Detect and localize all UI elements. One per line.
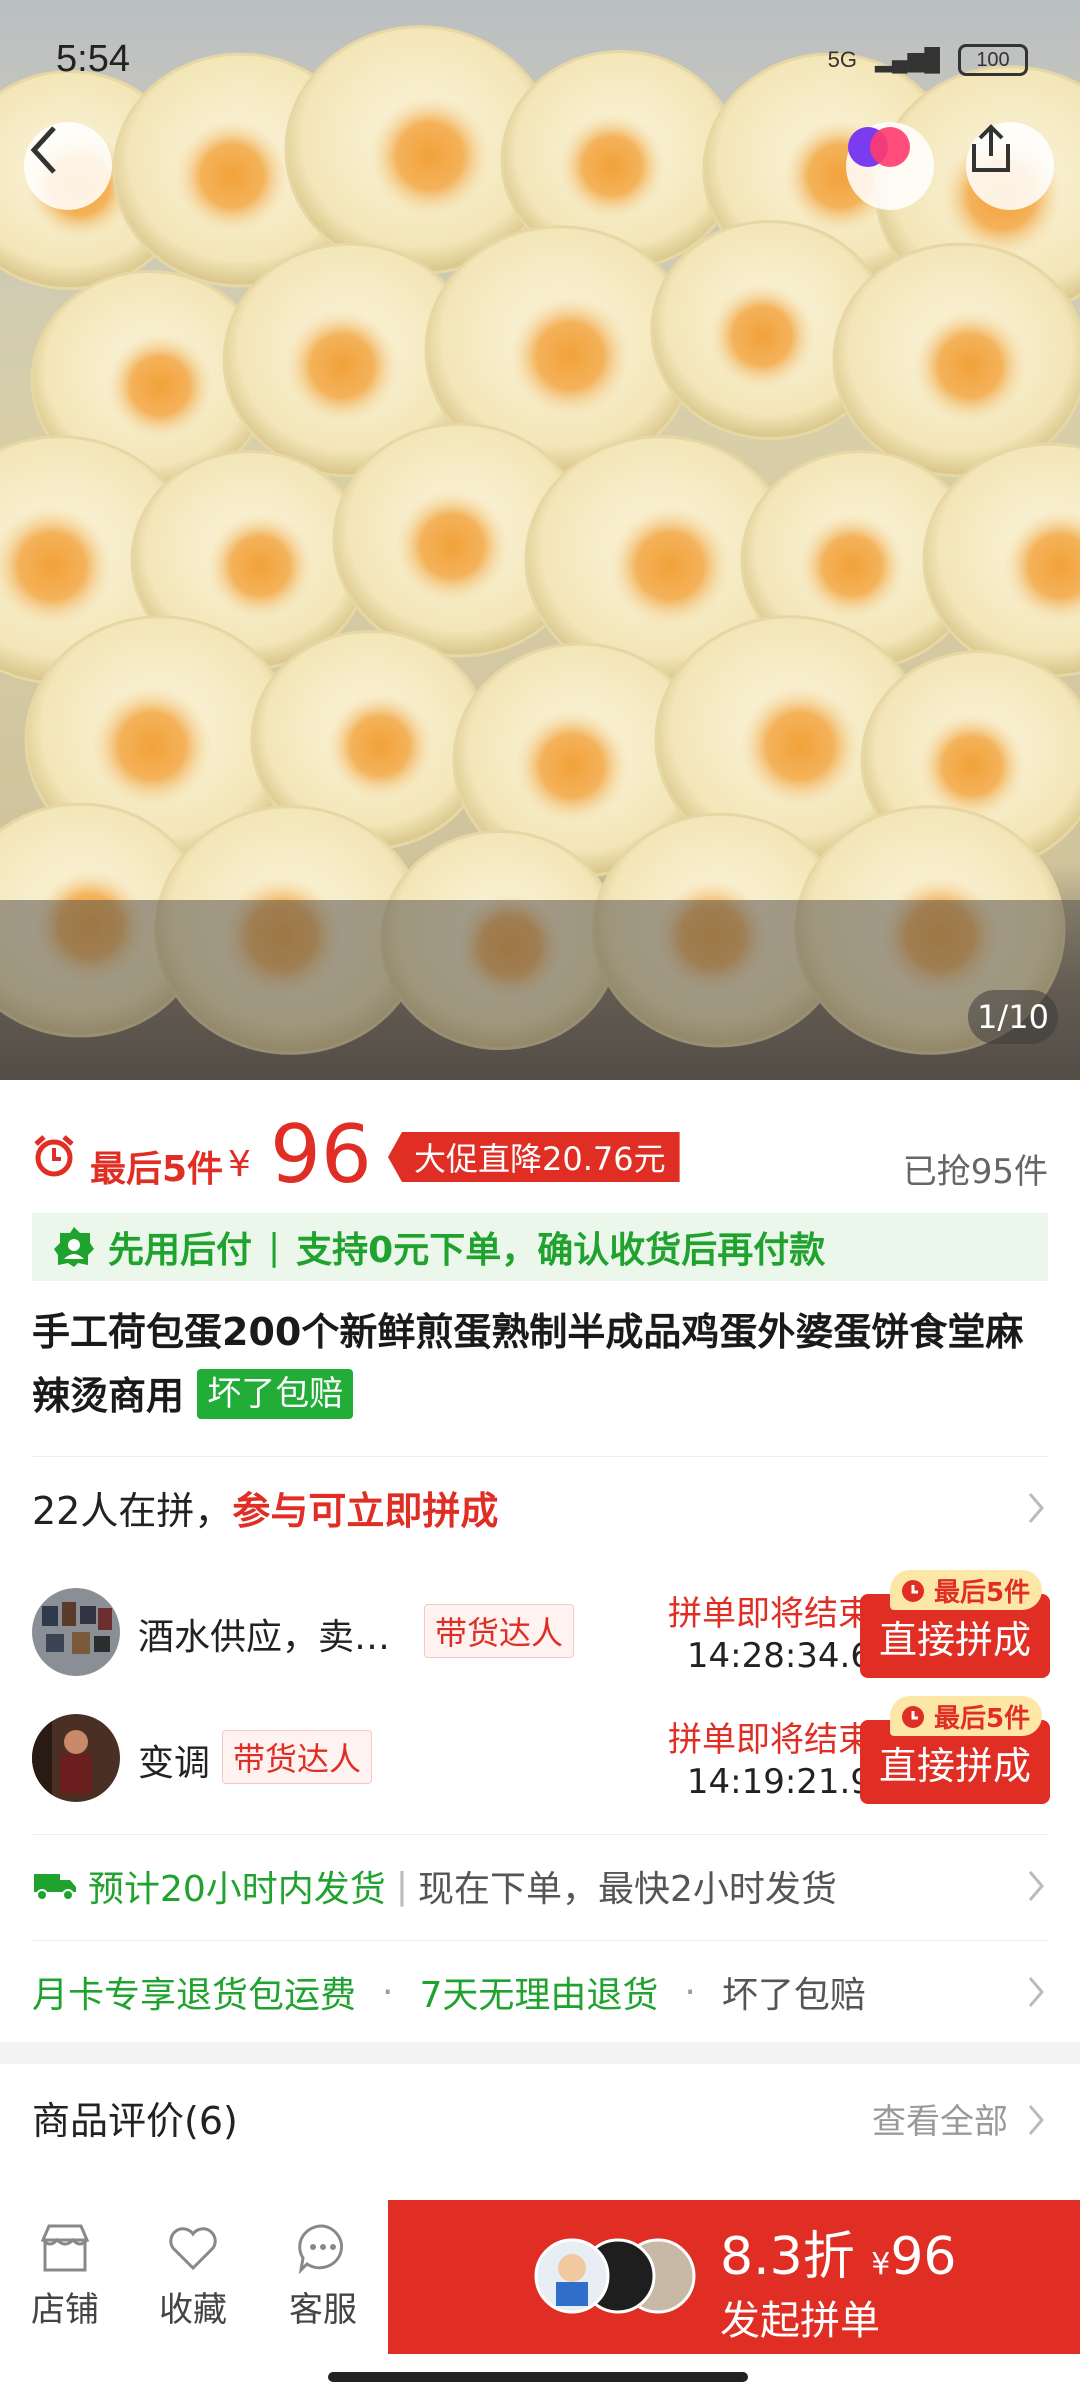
image-pager: 1/10 — [968, 990, 1058, 1044]
share-icon — [972, 124, 1010, 172]
cta-price: 8.3折 ¥96 — [720, 2214, 957, 2289]
home-indicator[interactable] — [328, 2372, 748, 2382]
cta-yen: ¥ — [871, 2247, 891, 2282]
group-user-name: 酒水供应，卖… — [138, 1617, 391, 1658]
divider — [32, 1456, 1048, 1457]
product-title: 手工荷包蛋200个新鲜煎蛋熟制半成品鸡蛋外婆蛋饼食堂麻辣烫商用 坏了包赔 — [32, 1300, 1042, 1428]
service-7day-return: 7天无理由退货 — [419, 1975, 659, 2016]
alarm-clock-icon — [902, 1580, 924, 1602]
service-separator: · — [684, 1971, 696, 2013]
pay-later-banner[interactable]: 先用后付 | 支持0元下单，确认收货后再付款 — [32, 1213, 1048, 1281]
bottom-action-bar: 店铺 收藏 客服 8.3折 ¥96 发起拼单 — [0, 2200, 1080, 2360]
view-all-reviews-link[interactable]: 查看全部 — [872, 2094, 1008, 2143]
shipping-estimate: 预计20小时内发货 — [88, 1869, 386, 1910]
alarm-clock-icon — [34, 1135, 74, 1177]
chevron-right-icon — [1028, 1493, 1044, 1523]
group-join-text: 参与可立即拼成 — [232, 1489, 499, 1533]
cta-label: 发起拼单 — [720, 2298, 880, 2344]
share-button[interactable] — [966, 122, 1054, 210]
chevron-left-icon — [30, 126, 56, 174]
pay-later-desc: 支持0元下单，确认收货后再付款 — [296, 1230, 826, 1271]
customer-service-label: 客服 — [289, 2290, 357, 2330]
status-bar: 5:54 5G ▂▄▆█ 100 — [0, 0, 1080, 120]
service-guarantee: 坏了包赔 — [721, 1975, 866, 2016]
reviews-title: 商品评价(6) — [32, 2099, 238, 2143]
alarm-clock-icon — [902, 1706, 924, 1728]
favorite-button[interactable]: 收藏 — [138, 2222, 248, 2331]
product-image-carousel[interactable]: 5:54 5G ▂▄▆█ 100 1/10 — [0, 0, 1080, 1080]
favorite-label: 收藏 — [159, 2290, 227, 2330]
stock-badge: 最后5件 — [890, 1570, 1043, 1610]
store-label: 店铺 — [31, 2290, 99, 2330]
service-return-shipping: 月卡专享退货包运费 — [32, 1975, 357, 2016]
status-time: 5:54 — [56, 38, 130, 80]
chevron-right-icon — [1028, 1871, 1044, 1901]
shipping-row[interactable]: 预计20小时内发货 | 现在下单，最快2小时发货 — [32, 1856, 1048, 1916]
heart-icon — [169, 2227, 217, 2271]
avatar — [32, 1714, 120, 1802]
pay-later-title: 先用后付 — [108, 1230, 253, 1271]
group-status: 拼单即将结束 — [668, 1720, 872, 1760]
network-icon: 5G — [827, 47, 857, 72]
price-value: 96 — [270, 1108, 372, 1201]
group-row: 酒水供应，卖… 带货达人 拼单即将结束 14:28:34.6 直接拼成 最后5件 — [32, 1570, 1058, 1682]
last-pieces-label: 最后5件 — [90, 1149, 224, 1190]
brand-logo-icon — [848, 127, 910, 167]
avatar — [32, 1588, 120, 1676]
currency-symbol: ¥ — [228, 1144, 251, 1185]
divider — [32, 1834, 1048, 1835]
shipping-detail: 现在下单，最快2小时发货 — [417, 1869, 837, 1910]
cta-price-value: 96 — [890, 2227, 957, 2287]
chevron-right-icon — [1028, 2105, 1044, 2135]
group-count: 22人在拼， — [32, 1489, 233, 1533]
group-countdown: 14:19:21.9 — [686, 1762, 872, 1802]
battery-icon: 100 — [958, 44, 1028, 76]
talent-tag: 带货达人 — [222, 1730, 373, 1784]
signal-icon: ▂▄▆█ — [874, 47, 940, 72]
sold-count: 已抢95件 — [902, 1152, 1048, 1192]
truck-icon — [34, 1874, 76, 1901]
buyer-avatars — [534, 2238, 696, 2314]
chat-icon — [298, 2224, 344, 2274]
stock-badge-text: 最后5件 — [934, 1577, 1031, 1608]
pay-later-divider: | — [268, 1226, 281, 1268]
service-separator: · — [382, 1971, 394, 2013]
back-button[interactable] — [24, 122, 112, 210]
store-icon — [40, 2224, 90, 2272]
brand-button[interactable] — [846, 122, 934, 210]
service-row[interactable]: 月卡专享退货包运费 · 7天无理由退货 · 坏了包赔 — [32, 1962, 1048, 2022]
group-countdown: 14:28:34.6 — [686, 1636, 872, 1676]
product-title-text: 手工荷包蛋200个新鲜煎蛋熟制半成品鸡蛋外婆蛋饼食堂麻辣烫商用 — [32, 1310, 1024, 1418]
stock-badge-text: 最后5件 — [934, 1703, 1031, 1734]
group-row: 变调 带货达人 拼单即将结束 14:19:21.9 直接拼成 最后5件 — [32, 1696, 1058, 1808]
group-user-name: 变调 — [138, 1743, 211, 1784]
pay-later-icon — [54, 1227, 94, 1267]
start-group-buy-button[interactable]: 8.3折 ¥96 发起拼单 — [388, 2200, 1080, 2354]
store-button[interactable]: 店铺 — [10, 2222, 120, 2331]
stock-badge: 最后5件 — [890, 1696, 1043, 1736]
promo-badge: 大促直降20.76元 — [388, 1132, 680, 1182]
cta-discount: 8.3折 — [720, 2227, 855, 2287]
customer-service-button[interactable]: 客服 — [268, 2222, 378, 2331]
divider — [32, 1940, 1048, 1941]
reviews-header[interactable]: 商品评价(6) 查看全部 — [32, 2090, 1048, 2150]
guarantee-tag: 坏了包赔 — [197, 1369, 354, 1419]
price-row: 最后5件 ¥ 96 大促直降20.76元 已抢95件 — [32, 1108, 1048, 1220]
section-gap — [0, 2042, 1080, 2064]
shipping-divider: | — [395, 1865, 408, 1907]
talent-tag: 带货达人 — [424, 1604, 575, 1658]
group-status: 拼单即将结束 — [668, 1594, 872, 1634]
group-buy-header[interactable]: 22人在拼，参与可立即拼成 — [32, 1480, 1048, 1540]
chevron-right-icon — [1028, 1977, 1044, 2007]
